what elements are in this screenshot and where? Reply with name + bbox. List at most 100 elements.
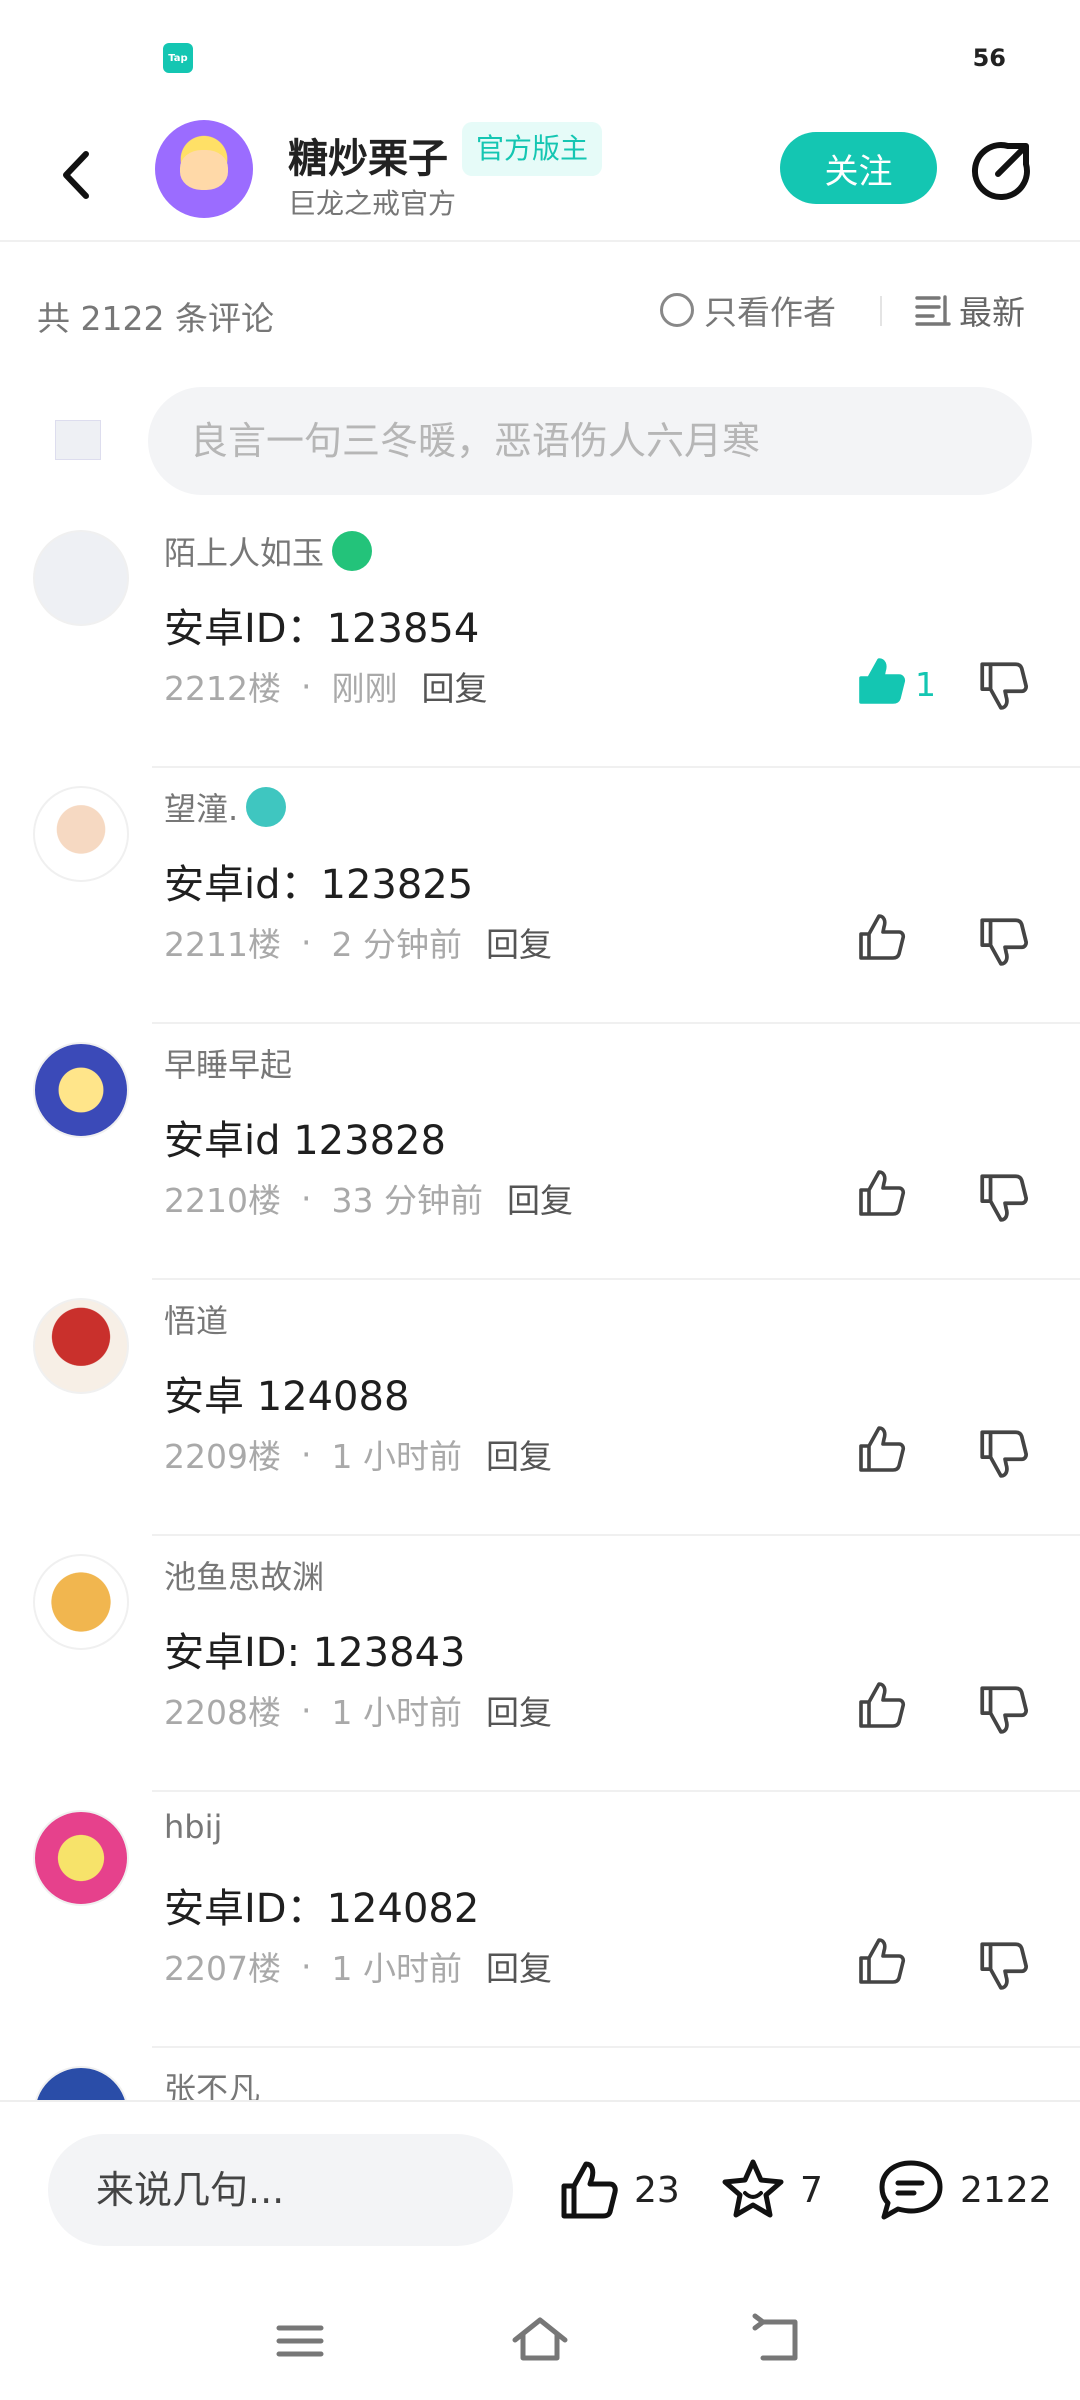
my-avatar <box>55 420 101 460</box>
home-icon[interactable] <box>505 2306 575 2376</box>
floor-number: 2208楼 <box>164 1693 281 1732</box>
floor-number: 2207楼 <box>164 1949 281 1988</box>
commenter-avatar[interactable] <box>33 1810 129 1906</box>
reply-button[interactable]: 回复 <box>486 1430 552 1478</box>
meta-dot: · <box>300 922 312 962</box>
comment-text: 安卓id：123825 <box>164 862 474 908</box>
post-like-button[interactable]: 23 <box>556 2152 680 2228</box>
comment-filter-bar: 共 2122 条评论 只看作者 最新 <box>0 242 1080 382</box>
comment-meta: 2207楼 · 1 小时前 回复 <box>164 1942 552 1990</box>
thumb-down-icon[interactable] <box>976 914 1030 968</box>
post-header: 糖炒栗子 官方版主 巨龙之戒官方 关注 <box>0 110 1080 242</box>
menu-icon[interactable] <box>265 2306 335 2376</box>
follow-button[interactable]: 关注 <box>780 132 937 204</box>
comment-time: 1 小时前 <box>331 1693 462 1732</box>
comment-input[interactable] <box>148 387 1032 495</box>
sort-toggle[interactable]: 最新 <box>915 286 1025 334</box>
divider <box>880 296 882 326</box>
comment-meta: 2210楼 · 33 分钟前 回复 <box>164 1174 573 1222</box>
reply-button[interactable]: 回复 <box>486 1686 552 1734</box>
thumb-down-icon[interactable] <box>976 1682 1030 1736</box>
comment-button[interactable]: 2122 <box>876 2152 1052 2228</box>
commenter-name-row: 悟道 <box>164 1296 228 1342</box>
comment-meta: 2208楼 · 1 小时前 回复 <box>164 1686 552 1734</box>
meta-dot: · <box>300 666 312 706</box>
comment-time: 2 分钟前 <box>331 925 462 964</box>
commenter-name[interactable]: 陌上人如玉 <box>164 528 324 574</box>
radio-circle-icon <box>660 293 694 327</box>
commenter-name[interactable]: 池鱼思故渊 <box>164 1552 324 1598</box>
thumb-down-icon[interactable] <box>976 1170 1030 1224</box>
like-button[interactable] <box>855 1937 915 1991</box>
like-count: 1 <box>915 664 936 704</box>
comment-item[interactable]: 池鱼思故渊 安卓ID: 123843 2208楼 · 1 小时前 回复 <box>0 1536 1080 1792</box>
like-button[interactable] <box>855 913 915 967</box>
thumb-down-icon[interactable] <box>976 658 1030 712</box>
chat-bubble-icon <box>879 2160 943 2220</box>
comment-item[interactable]: 陌上人如玉 安卓ID：123854 2212楼 · 刚刚 回复 1 <box>0 512 1080 768</box>
only-author-toggle[interactable]: 只看作者 <box>660 286 836 334</box>
commenter-avatar[interactable] <box>33 786 129 882</box>
comment-time: 33 分钟前 <box>331 1181 483 1220</box>
thumb-up-icon <box>855 656 907 712</box>
post-like-count: 23 <box>634 2169 680 2211</box>
author-name[interactable]: 糖炒栗子 <box>288 126 448 184</box>
comment-item[interactable]: 望潼. 安卓id：123825 2211楼 · 2 分钟前 回复 <box>0 768 1080 1024</box>
thumb-up-icon <box>855 1680 907 1736</box>
comment-item[interactable]: 悟道 安卓 124088 2209楼 · 1 小时前 回复 <box>0 1280 1080 1536</box>
comment-count: 共 2122 条评论 <box>37 299 274 338</box>
system-navigation-bar <box>0 2280 1080 2400</box>
comment-text: 安卓ID：123854 <box>164 606 480 652</box>
comment-meta: 2211楼 · 2 分钟前 回复 <box>164 918 552 966</box>
comment-meta: 2212楼 · 刚刚 回复 <box>164 662 487 710</box>
commenter-name[interactable]: 早睡早起 <box>164 1040 292 1086</box>
only-author-label: 只看作者 <box>704 293 836 332</box>
status-bar: Tap 56 <box>0 0 1080 110</box>
reply-button[interactable]: 回复 <box>486 918 552 966</box>
thumb-up-icon <box>855 912 907 968</box>
teal-emblem-badge-icon <box>246 787 287 827</box>
commenter-avatar[interactable] <box>33 1554 129 1650</box>
author-avatar[interactable] <box>155 120 253 218</box>
game-controller-badge-icon <box>332 531 373 571</box>
commenter-name-row: hbij <box>164 1808 222 1846</box>
like-button[interactable] <box>855 1425 915 1479</box>
share-icon[interactable] <box>968 138 1034 204</box>
reply-button[interactable]: 回复 <box>507 1174 573 1222</box>
battery-level: 56 <box>972 44 1006 72</box>
like-button[interactable]: 1 <box>855 657 936 711</box>
sort-lines-icon <box>915 295 951 326</box>
thumb-down-icon[interactable] <box>976 1426 1030 1480</box>
comment-meta: 2209楼 · 1 小时前 回复 <box>164 1430 552 1478</box>
meta-dot: · <box>300 1946 312 1986</box>
commenter-name-row: 池鱼思故渊 <box>164 1552 324 1598</box>
thumb-up-icon <box>855 1936 907 1992</box>
quick-comment-input[interactable]: 来说几句... <box>48 2134 513 2246</box>
commenter-name[interactable]: 望潼. <box>164 784 238 830</box>
thumb-up-icon <box>561 2161 618 2219</box>
like-button[interactable] <box>855 1169 915 1223</box>
comment-text: 安卓 124088 <box>164 1374 410 1420</box>
comment-time: 1 小时前 <box>331 1437 462 1476</box>
taptap-app-icon: Tap <box>163 43 193 73</box>
commenter-name[interactable]: 悟道 <box>164 1296 228 1342</box>
commenter-name[interactable]: hbij <box>164 1808 222 1846</box>
meta-dot: · <box>300 1434 312 1474</box>
favorite-button[interactable]: 7 <box>720 2152 823 2228</box>
commenter-avatar[interactable] <box>33 530 129 626</box>
like-button[interactable] <box>855 1681 915 1735</box>
commenter-avatar[interactable] <box>33 1042 129 1138</box>
thumb-up-icon <box>855 1424 907 1480</box>
comment-item[interactable]: 早睡早起 安卓id 123828 2210楼 · 33 分钟前 回复 <box>0 1024 1080 1280</box>
commenter-avatar[interactable] <box>33 1298 129 1394</box>
favorite-count: 7 <box>800 2169 823 2211</box>
comment-item[interactable]: hbij 安卓ID：124082 2207楼 · 1 小时前 回复 <box>0 1792 1080 2048</box>
bottom-action-bar: 来说几句... 23 7 2122 <box>0 2100 1080 2280</box>
reply-button[interactable]: 回复 <box>421 662 487 710</box>
commenter-name-row: 早睡早起 <box>164 1040 292 1086</box>
floor-number: 2212楼 <box>164 669 281 708</box>
reply-button[interactable]: 回复 <box>486 1942 552 1990</box>
back-arrow-icon[interactable] <box>52 140 102 210</box>
thumb-down-icon[interactable] <box>976 1938 1030 1992</box>
back-nav-icon[interactable] <box>745 2306 815 2376</box>
